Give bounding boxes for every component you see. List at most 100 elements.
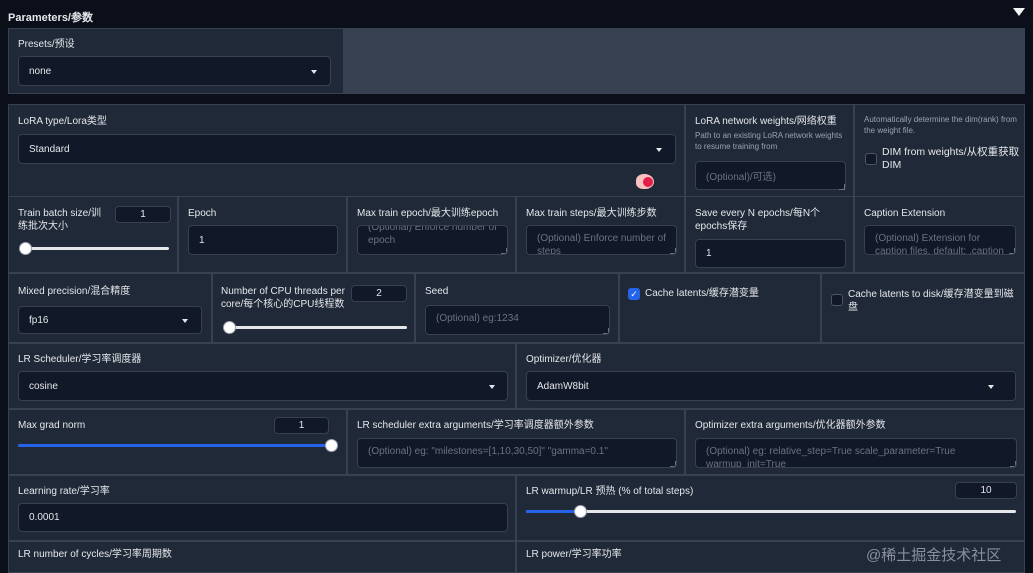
resize-handle-icon[interactable] bbox=[670, 461, 676, 467]
cache-latents-label: Cache latents/缓存潜变量 bbox=[645, 288, 759, 299]
resize-handle-icon[interactable] bbox=[1010, 461, 1016, 467]
lr-sched-args-label: LR scheduler extra arguments/学习率调度器额外参数 bbox=[357, 420, 594, 431]
optimizer-dropdown[interactable]: AdamW8bit bbox=[526, 371, 1016, 401]
network-weights-panel: LoRA network weights/网络权重 Path to an exi… bbox=[685, 104, 854, 197]
lr-warmup-slider-track[interactable] bbox=[526, 510, 1016, 513]
cpu-threads-number[interactable]: 2 bbox=[351, 285, 407, 302]
lr-sched-args-panel: LR scheduler extra arguments/学习率调度器额外参数 … bbox=[347, 409, 685, 475]
caption-ext-label: Caption Extension bbox=[864, 208, 946, 219]
network-weights-label: LoRA network weights/网络权重 bbox=[695, 116, 837, 127]
network-weights-placeholder: (Optional)/可选) bbox=[706, 172, 777, 183]
max-grad-norm-slider-track[interactable] bbox=[18, 444, 332, 447]
lr-power-label: LR power/学习率功率 bbox=[526, 549, 622, 560]
seed-placeholder: (Optional) eg:1234 bbox=[436, 313, 519, 324]
parameters-title: Parameters/参数 bbox=[8, 12, 93, 24]
max-train-epoch-panel: Max train epoch/最大训练epoch (Optional) Enf… bbox=[347, 196, 516, 273]
max-grad-norm-label: Max grad norm bbox=[18, 420, 86, 431]
cache-latents-disk-panel: Cache latents to disk/缓存潜变量到磁盘 bbox=[821, 273, 1025, 343]
cache-latents-panel: ✓ Cache latents/缓存潜变量 bbox=[619, 273, 821, 343]
max-train-steps-placeholder: (Optional) Enforce number of steps bbox=[537, 233, 666, 255]
lora-type-value: Standard bbox=[29, 143, 70, 155]
train-batch-panel: Train batch size/训练批次大小 1 bbox=[8, 196, 178, 273]
presets-panel: Presets/预设 none bbox=[8, 28, 344, 94]
cache-latents-checkbox[interactable]: ✓ bbox=[628, 288, 640, 300]
learning-rate-panel: Learning rate/学习率 0.0001 bbox=[8, 475, 516, 541]
dim-from-weights-checkbox[interactable] bbox=[865, 153, 877, 165]
save-every-label: Save every N epochs/每N个epochs保存 bbox=[695, 208, 821, 232]
train-batch-number[interactable]: 1 bbox=[115, 206, 171, 223]
caption-ext-placeholder: (Optional) Extension for caption files. … bbox=[875, 233, 1004, 255]
chevron-down-icon bbox=[311, 70, 317, 74]
lr-scheduler-dropdown[interactable]: cosine bbox=[18, 371, 508, 401]
max-train-steps-panel: Max train steps/最大训练步数 (Optional) Enforc… bbox=[516, 196, 685, 273]
optim-args-input[interactable]: (Optional) eg: relative_step=True scale_… bbox=[695, 438, 1017, 468]
max-train-steps-input[interactable]: (Optional) Enforce number of steps bbox=[526, 225, 677, 255]
network-weights-info: Path to an existing LoRA network weights… bbox=[695, 131, 843, 151]
presets-spacer bbox=[344, 28, 1025, 94]
cpu-threads-slider-thumb[interactable] bbox=[223, 321, 236, 334]
resize-handle-icon[interactable] bbox=[670, 248, 676, 254]
epoch-input[interactable]: 1 bbox=[188, 225, 338, 255]
presets-dropdown[interactable]: none bbox=[18, 56, 331, 86]
chevron-down-icon bbox=[988, 385, 994, 389]
lr-sched-args-input[interactable]: (Optional) eg: "milestones=[1,10,30,50]"… bbox=[357, 438, 677, 468]
save-every-panel: Save every N epochs/每N个epochs保存 1 bbox=[685, 196, 854, 273]
cache-latents-disk-checkbox[interactable] bbox=[831, 294, 843, 306]
cursor-blob bbox=[636, 174, 654, 189]
mixed-precision-panel: Mixed precision/混合精度 fp16 bbox=[8, 273, 212, 343]
epoch-panel: Epoch 1 bbox=[178, 196, 347, 273]
lora-type-dropdown[interactable]: Standard bbox=[18, 134, 676, 164]
resize-handle-icon[interactable] bbox=[1009, 248, 1015, 254]
save-every-input[interactable]: 1 bbox=[695, 239, 846, 268]
cpu-threads-label: Number of CPU threads per core/每个核心的CPU线… bbox=[221, 286, 345, 310]
seed-panel: Seed (Optional) eg:1234 bbox=[415, 273, 619, 343]
presets-value: none bbox=[29, 65, 52, 77]
lr-scheduler-label: LR Scheduler/学习率调度器 bbox=[18, 354, 142, 365]
max-grad-norm-number[interactable]: 1 bbox=[274, 417, 329, 434]
train-batch-label: Train batch size/训练批次大小 bbox=[18, 208, 101, 232]
parameters-header[interactable]: Parameters/参数 bbox=[0, 0, 1033, 30]
train-batch-slider-track[interactable] bbox=[25, 247, 169, 250]
dim-from-weights-info: Automatically determine the dim(rank) fr… bbox=[864, 115, 1017, 135]
dim-from-weights-label: DIM from weights/从权重获取DIM bbox=[882, 146, 1020, 171]
max-train-epoch-input[interactable]: (Optional) Enforce number of epoch bbox=[357, 225, 508, 255]
epoch-label: Epoch bbox=[188, 208, 217, 219]
optim-args-placeholder: (Optional) eg: relative_step=True scale_… bbox=[706, 446, 956, 468]
lr-warmup-number[interactable]: 10 bbox=[955, 482, 1017, 499]
lr-scheduler-panel: LR Scheduler/学习率调度器 cosine bbox=[8, 343, 516, 409]
learning-rate-label: Learning rate/学习率 bbox=[18, 486, 110, 497]
lora-type-panel: LoRA type/Lora类型 Standard bbox=[8, 104, 685, 197]
cpu-threads-slider-track[interactable] bbox=[229, 326, 407, 329]
watermark: @稀土掘金技术社区 bbox=[866, 547, 1002, 564]
mixed-precision-dropdown[interactable]: fp16 bbox=[18, 306, 202, 334]
dim-from-weights-panel: Automatically determine the dim(rank) fr… bbox=[854, 104, 1025, 197]
max-train-steps-label: Max train steps/最大训练步数 bbox=[526, 208, 657, 219]
resize-handle-icon[interactable] bbox=[603, 328, 609, 334]
resize-handle-icon[interactable] bbox=[839, 184, 845, 190]
max-grad-norm-slider-thumb[interactable] bbox=[325, 439, 338, 452]
learning-rate-input[interactable]: 0.0001 bbox=[18, 503, 508, 532]
lr-sched-args-placeholder: (Optional) eg: "milestones=[1,10,30,50]"… bbox=[368, 446, 608, 457]
cache-latents-disk-label: Cache latents to disk/缓存潜变量到磁盘 bbox=[848, 289, 1014, 313]
max-train-epoch-label: Max train epoch/最大训练epoch bbox=[357, 208, 499, 219]
optimizer-panel: Optimizer/优化器 AdamW8bit bbox=[516, 343, 1025, 409]
lr-warmup-label: LR warmup/LR 预热 (% of total steps) bbox=[526, 486, 694, 497]
lr-warmup-slider-thumb[interactable] bbox=[574, 505, 587, 518]
lr-warmup-panel: LR warmup/LR 预热 (% of total steps) 10 bbox=[516, 475, 1025, 541]
max-grad-norm-panel: Max grad norm 1 bbox=[8, 409, 347, 475]
lr-cycles-panel: LR number of cycles/学习率周期数 bbox=[8, 541, 516, 573]
cpu-threads-panel: Number of CPU threads per core/每个核心的CPU线… bbox=[212, 273, 415, 343]
chevron-down-icon bbox=[656, 148, 662, 152]
caption-ext-input[interactable]: (Optional) Extension for caption files. … bbox=[864, 225, 1016, 255]
mixed-precision-value: fp16 bbox=[29, 314, 49, 326]
optim-args-label: Optimizer extra arguments/优化器额外参数 bbox=[695, 420, 886, 431]
lr-cycles-label: LR number of cycles/学习率周期数 bbox=[18, 549, 172, 560]
caption-ext-panel: Caption Extension (Optional) Extension f… bbox=[854, 196, 1025, 273]
resize-handle-icon[interactable] bbox=[501, 248, 507, 254]
train-batch-slider-thumb[interactable] bbox=[19, 242, 32, 255]
presets-label: Presets/预设 bbox=[18, 39, 75, 50]
chevron-down-icon bbox=[182, 319, 188, 323]
seed-input[interactable]: (Optional) eg:1234 bbox=[425, 305, 610, 335]
network-weights-input[interactable]: (Optional)/可选) bbox=[695, 161, 846, 190]
collapse-triangle-icon[interactable] bbox=[1013, 8, 1025, 16]
